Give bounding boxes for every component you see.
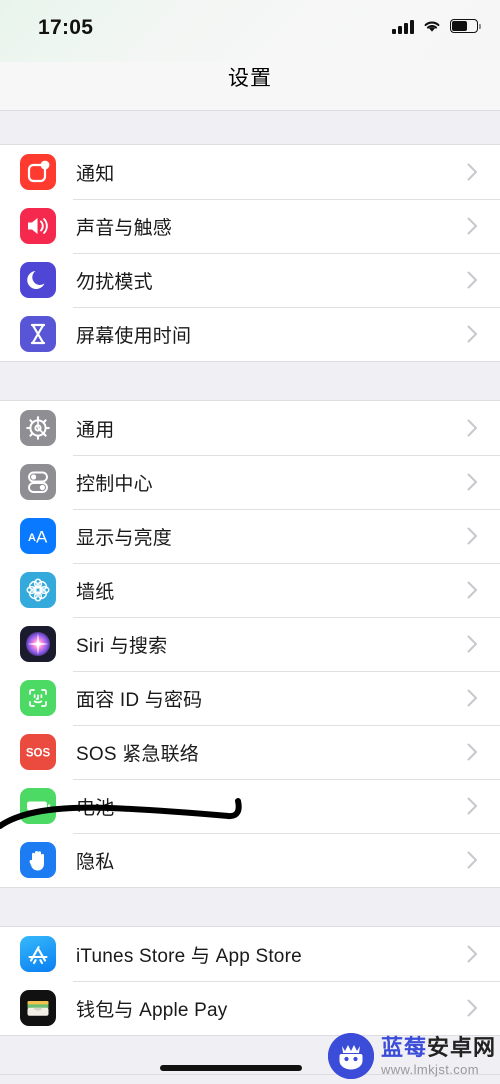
status-bar: 17:05: [0, 0, 500, 62]
svg-text:SOS: SOS: [26, 748, 51, 760]
emergency-sos-icon: SOS: [20, 734, 56, 770]
settings-row-label: 显示与亮度: [76, 527, 173, 549]
face-id-icon: [20, 680, 56, 716]
settings-row-privacy[interactable]: 隐私: [0, 833, 500, 887]
screen-time-icon: [20, 316, 56, 352]
chevron-right-icon: [467, 473, 478, 491]
settings-row-label: 墙纸: [76, 581, 115, 603]
settings-row-wallet-apple-pay[interactable]: 钱包与 Apple Pay: [0, 981, 500, 1035]
chevron-right-icon: [467, 325, 478, 343]
notifications-icon: [20, 154, 56, 190]
chevron-right-icon: [467, 689, 478, 707]
chevron-right-icon: [467, 945, 478, 963]
chevron-right-icon: [467, 217, 478, 235]
siri-icon: [20, 626, 56, 662]
chevron-right-icon: [467, 635, 478, 653]
wallpaper-icon: [20, 572, 56, 608]
settings-list: 通知 声音与触感 勿扰模式 屏幕使用时间 通用 控制中心 A A 显示与亮度 墙…: [0, 110, 500, 1075]
status-bar-time: 17:05: [38, 16, 94, 39]
settings-row-label: 通知: [76, 163, 115, 185]
control-center-icon: [20, 464, 56, 500]
group-separator: [0, 110, 500, 145]
settings-row-label: Siri 与搜索: [76, 635, 168, 657]
settings-row-face-id-passcode[interactable]: 面容 ID 与密码: [0, 671, 500, 725]
watermark-logo-icon: [327, 1033, 374, 1079]
chevron-right-icon: [467, 743, 478, 761]
settings-row-wallpaper[interactable]: 墙纸: [0, 563, 500, 617]
app-store-icon: [20, 936, 56, 972]
navigation-bar: 设置: [0, 62, 500, 110]
settings-row-label: 勿扰模式: [76, 271, 153, 293]
watermark-url: www.lmkjst.com: [380, 1061, 480, 1077]
svg-text:A: A: [36, 528, 48, 547]
page-title: 设置: [228, 67, 272, 90]
store-group: iTunes Store 与 App Store 钱包与 Apple Pay: [0, 927, 500, 1035]
chevron-right-icon: [467, 527, 478, 545]
display-brightness-icon: A A: [20, 518, 56, 554]
site-watermark: 蓝莓安卓网 www.lmkjst.com: [327, 1033, 496, 1079]
cellular-signal-icon: [392, 18, 414, 34]
settings-row-label: SOS 紧急联络: [76, 743, 200, 765]
battery-settings-icon: [20, 788, 56, 824]
settings-row-label: 控制中心: [76, 473, 153, 495]
group-separator: [0, 361, 500, 401]
settings-row-screen-time[interactable]: 屏幕使用时间: [0, 307, 500, 361]
privacy-hand-icon: [20, 842, 56, 878]
settings-row-label: 通用: [76, 419, 115, 441]
settings-row-label: 钱包与 Apple Pay: [76, 999, 228, 1021]
settings-row-emergency-sos[interactable]: SOS SOS 紧急联络: [0, 725, 500, 779]
settings-row-sounds-haptics[interactable]: 声音与触感: [0, 199, 500, 253]
settings-row-battery[interactable]: 电池: [0, 779, 500, 833]
status-bar-indicators: [392, 18, 481, 34]
wallet-icon: [20, 990, 56, 1026]
watermark-text: 蓝莓安卓网 www.lmkjst.com: [380, 1034, 496, 1077]
settings-row-general[interactable]: 通用: [0, 401, 500, 455]
chevron-right-icon: [467, 851, 478, 869]
svg-text:A: A: [28, 532, 36, 544]
chevron-right-icon: [467, 419, 478, 437]
group-separator: [0, 887, 500, 927]
settings-row-label: 隐私: [76, 851, 115, 873]
settings-row-label: 电池: [76, 797, 115, 819]
settings-row-control-center[interactable]: 控制中心: [0, 455, 500, 509]
system-group: 通用 控制中心 A A 显示与亮度 墙纸 Siri 与搜索 面容 ID 与密码 …: [0, 401, 500, 887]
battery-icon: [450, 19, 481, 33]
chevron-right-icon: [467, 797, 478, 815]
chevron-right-icon: [467, 581, 478, 599]
notifications-group: 通知 声音与触感 勿扰模式 屏幕使用时间: [0, 145, 500, 361]
settings-row-notifications[interactable]: 通知: [0, 145, 500, 199]
chevron-right-icon: [467, 999, 478, 1017]
settings-row-label: 面容 ID 与密码: [76, 689, 203, 711]
do-not-disturb-icon: [20, 262, 56, 298]
home-indicator: [160, 1065, 302, 1071]
wifi-icon: [424, 21, 440, 32]
sounds-haptics-icon: [20, 208, 56, 244]
settings-row-label: iTunes Store 与 App Store: [76, 945, 302, 967]
settings-row-itunes-app-store[interactable]: iTunes Store 与 App Store: [0, 927, 500, 981]
settings-row-label: 屏幕使用时间: [76, 325, 192, 347]
watermark-brand-dark: 安卓网: [426, 1034, 496, 1060]
chevron-right-icon: [467, 163, 478, 181]
watermark-brand-blue: 蓝莓: [380, 1034, 427, 1060]
settings-row-display-brightness[interactable]: A A 显示与亮度: [0, 509, 500, 563]
settings-row-label: 声音与触感: [76, 217, 173, 239]
general-gear-icon: [20, 410, 56, 446]
settings-row-do-not-disturb[interactable]: 勿扰模式: [0, 253, 500, 307]
watermark-brand: 蓝莓安卓网: [380, 1034, 496, 1060]
settings-row-siri-search[interactable]: Siri 与搜索: [0, 617, 500, 671]
chevron-right-icon: [467, 271, 478, 289]
